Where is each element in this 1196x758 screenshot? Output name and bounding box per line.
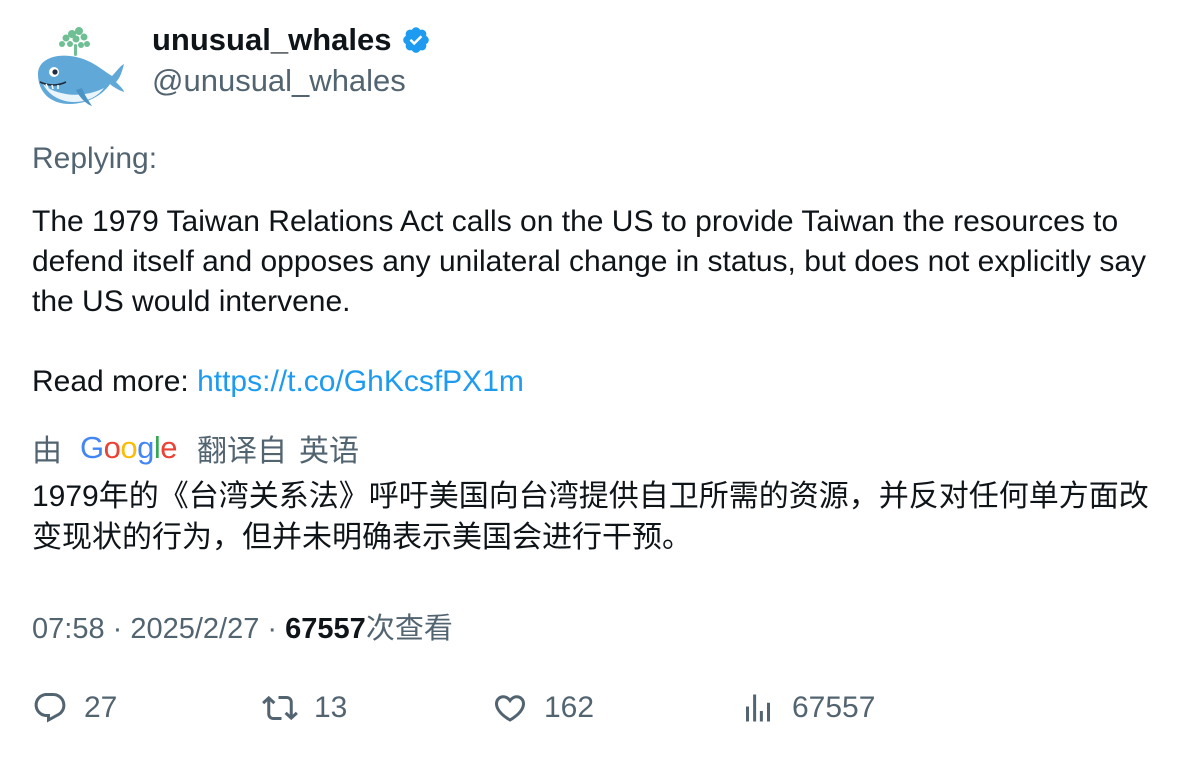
read-more-line: Read more: https://t.co/GhKcsfPX1m (32, 362, 1172, 402)
verified-badge-icon (403, 27, 430, 53)
views-button[interactable]: 67557 (740, 690, 875, 726)
tweet-time[interactable]: 07:58 (32, 613, 105, 645)
author-handle[interactable]: @unusual_whales (152, 63, 406, 99)
read-more-label: Read more: (32, 365, 198, 398)
retweet-button[interactable]: 13 (262, 690, 347, 726)
tweet-text: The 1979 Taiwan Relations Act calls on t… (32, 202, 1172, 402)
translated-text: 1979年的《台湾关系法》呼吁美国向台湾提供自卫所需的资源，并反对任何单方面改变… (32, 480, 1149, 554)
reply-icon (34, 693, 66, 723)
action-bar: 27 13 162 67557 (32, 690, 1172, 734)
like-count: 162 (544, 691, 595, 724)
views-action-count: 67557 (792, 691, 876, 724)
translation-attribution: 由 Google 翻译自 英语 (32, 426, 359, 470)
heart-icon (494, 695, 526, 722)
tweet-date[interactable]: 2025/2/27 (130, 613, 259, 645)
replying-label: Replying: (32, 142, 158, 175)
analytics-icon (746, 694, 770, 722)
retweet-icon (262, 695, 298, 721)
translation-from-label: 翻译自 (197, 435, 288, 468)
reply-button[interactable]: 27 (32, 690, 117, 726)
translation-by-label: 由 (32, 435, 62, 468)
tweet-link[interactable]: https://t.co/GhKcsfPX1m (197, 365, 524, 398)
meta-separator: · (259, 613, 286, 645)
author-display-name[interactable]: unusual_whales (152, 22, 391, 58)
retweet-count: 13 (314, 691, 348, 724)
avatar[interactable] (32, 24, 126, 114)
tweet-body: The 1979 Taiwan Relations Act calls on t… (32, 205, 1147, 318)
translation-language: 英语 (299, 435, 360, 468)
meta-separator: · (104, 613, 131, 645)
google-logo: Google (80, 430, 178, 465)
views-label: 次查看 (365, 613, 453, 645)
tweet-meta: 07:58 · 2025/2/27 · 67557次查看 (32, 605, 453, 647)
like-button[interactable]: 162 (492, 690, 594, 726)
views-count: 67557 (285, 613, 366, 645)
reply-count: 27 (84, 691, 118, 724)
author-name-row: unusual_whales (152, 22, 431, 58)
whale-avatar-icon (38, 27, 124, 106)
